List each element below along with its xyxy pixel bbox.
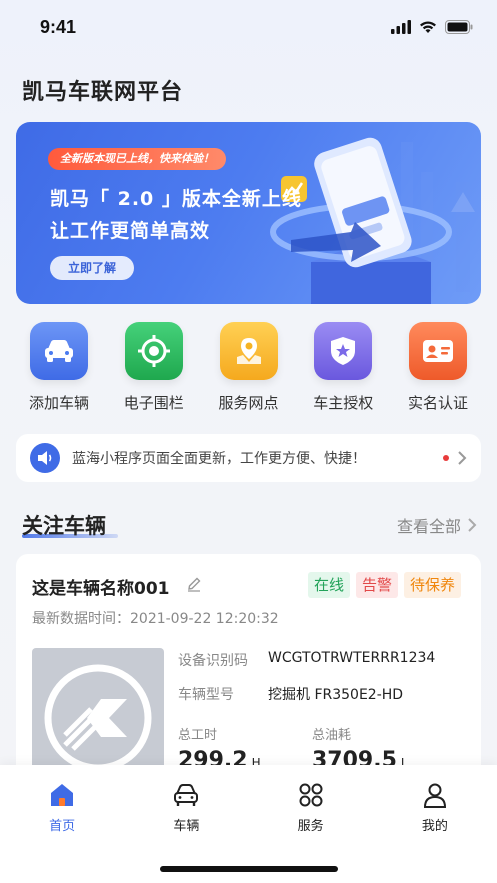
- quick-action-label: 实名认证: [407, 394, 468, 412]
- phone-illustration-icon: [270, 137, 475, 304]
- tab-label: 车辆: [173, 819, 200, 834]
- status-icons: [391, 20, 473, 34]
- car-icon: [174, 784, 199, 806]
- status-badge-online: 在线: [307, 572, 350, 598]
- banner-headline: 凯马「 2.0 」版本全新上线: [50, 188, 302, 210]
- banner-new-version-pill: 全新版本现已上线，快来体验！: [48, 148, 226, 170]
- promo-banner[interactable]: 全新版本现已上线，快来体验！ 凯马「 2.0 」版本全新上线 让工作更简单高效 …: [16, 122, 481, 304]
- speaker-icon: [30, 443, 60, 473]
- home-indicator: [160, 866, 338, 872]
- status-badge-alarm: 告警: [355, 572, 398, 598]
- page-title: 凯马车联网平台: [22, 80, 184, 105]
- model-row: 车辆型号: [178, 684, 234, 704]
- wifi-icon: [420, 21, 436, 33]
- total-fuel-label: 总油耗: [312, 728, 352, 743]
- vehicle-name: 这是车辆名称001: [32, 579, 170, 599]
- tab-home[interactable]: 首页: [0, 765, 124, 883]
- status-bar: 9:41: [0, 0, 497, 60]
- target-icon: [124, 322, 183, 380]
- grid-icon: [299, 783, 323, 807]
- quick-action-label: 服务网点: [218, 394, 279, 412]
- quick-action-service-outlet[interactable]: 服务网点: [204, 322, 294, 418]
- latest-data-time-label: 最新数据时间：: [32, 611, 130, 627]
- view-all-label: 查看全部: [396, 517, 461, 536]
- car-icon: [30, 322, 88, 380]
- status-badge-maintenance: 待保养: [403, 572, 461, 598]
- tab-label: 首页: [49, 819, 76, 834]
- total-fuel-label-cell: 总油耗: [312, 724, 351, 743]
- shield-star-icon: [314, 322, 373, 380]
- notice-text: 蓝海小程序页面全面更新，工作更方便、快捷！: [72, 451, 366, 467]
- user-icon: [423, 783, 446, 808]
- quick-action-geofence[interactable]: 电子围栏: [109, 322, 199, 418]
- notice-bar[interactable]: 蓝海小程序页面全面更新，工作更方便、快捷！: [16, 434, 481, 482]
- total-hours-label-cell: 总工时: [178, 724, 217, 743]
- view-all-link[interactable]: 查看全部: [397, 513, 477, 537]
- edit-icon[interactable]: [186, 576, 202, 592]
- tab-label: 服务: [297, 819, 324, 834]
- device-id-value-cell: WCGTOTRWTERRR1234: [268, 650, 435, 666]
- quick-actions: 添加车辆 电子围栏 服务网点 车主授权 实名认证: [14, 322, 483, 418]
- learn-more-button[interactable]: 立即了解: [50, 256, 134, 280]
- id-card-icon: [409, 322, 467, 380]
- quick-action-label: 车主授权: [313, 394, 374, 412]
- latest-data-time-value: 2021-09-22 12:20:32: [130, 611, 279, 627]
- location-icon: [219, 322, 278, 380]
- quick-action-realname-verify[interactable]: 实名认证: [393, 322, 483, 418]
- device-id-row: 设备识别码: [178, 650, 248, 670]
- quick-action-label: 电子围栏: [123, 394, 184, 412]
- chevron-right-icon: [468, 518, 477, 532]
- model-value: 挖掘机 FR350E2-HD: [268, 687, 404, 703]
- banner-subheadline: 让工作更简单高效: [50, 220, 211, 242]
- latest-data-time: 最新数据时间：2021-09-22 12:20:32: [32, 608, 279, 628]
- signal-icon: [391, 20, 411, 34]
- device-id-value: WCGTOTRWTERRR1234: [268, 650, 436, 666]
- model-value-cell: 挖掘机 FR350E2-HD: [268, 684, 403, 704]
- brand-logo-icon: [44, 664, 152, 772]
- quick-action-add-vehicle[interactable]: 添加车辆: [14, 322, 104, 418]
- tab-label: 我的: [421, 819, 448, 834]
- unread-dot: [443, 455, 449, 461]
- chevron-right-icon: [458, 451, 467, 465]
- model-label: 车辆型号: [178, 687, 234, 703]
- quick-action-label: 添加车辆: [28, 394, 89, 412]
- battery-icon: [445, 20, 473, 34]
- section-title: 关注车辆: [22, 514, 106, 538]
- quick-action-owner-authorization[interactable]: 车主授权: [298, 322, 388, 418]
- status-time: 9:41: [40, 17, 77, 37]
- tab-profile[interactable]: 我的: [373, 765, 497, 883]
- device-id-label: 设备识别码: [178, 653, 248, 669]
- home-icon: [51, 784, 74, 806]
- status-tags: 在线 告警 待保养: [307, 572, 461, 598]
- total-hours-label: 总工时: [178, 728, 218, 743]
